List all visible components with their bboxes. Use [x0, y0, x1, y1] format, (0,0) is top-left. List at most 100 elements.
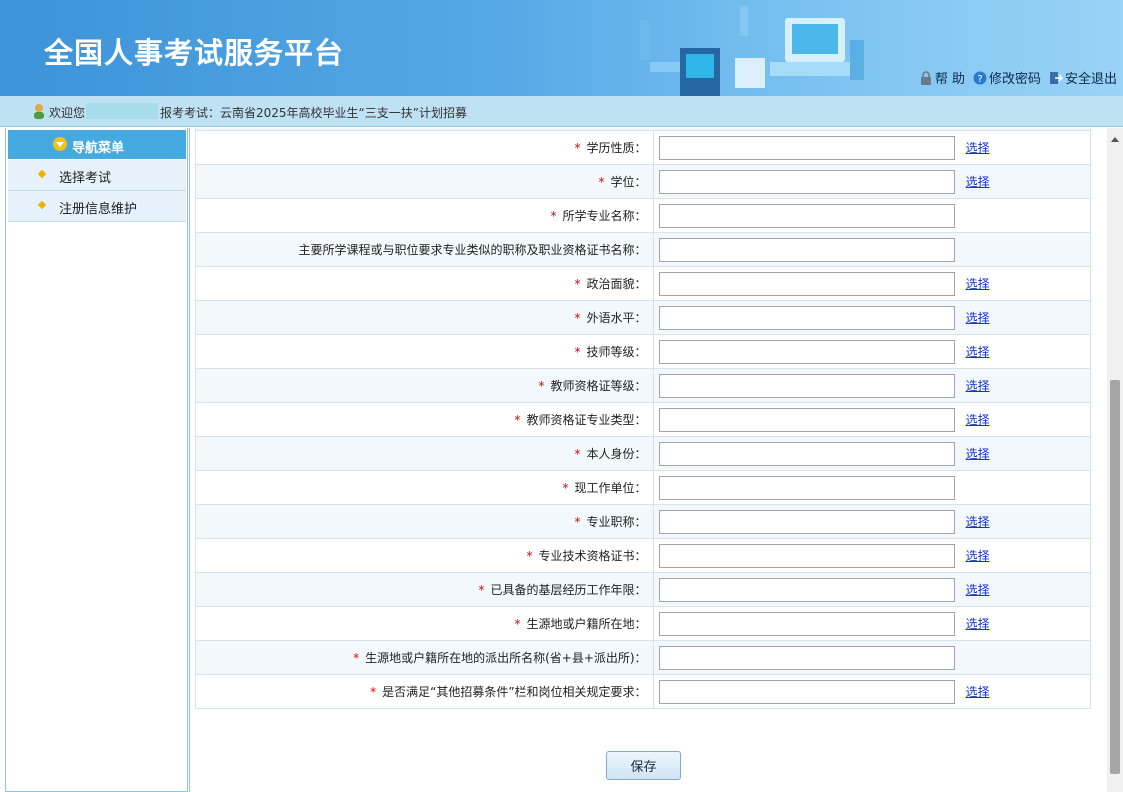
- required-marker: *: [574, 141, 581, 155]
- form-text-input[interactable]: [658, 271, 955, 296]
- required-marker: *: [353, 651, 360, 665]
- lock-icon: [920, 70, 931, 85]
- form-text-input[interactable]: [658, 373, 955, 398]
- form-label: 本人身份：: [586, 447, 647, 461]
- required-marker: *: [562, 481, 569, 495]
- select-link[interactable]: 选择: [966, 141, 990, 155]
- required-marker: *: [370, 685, 377, 699]
- form-label: 政治面貌：: [586, 277, 647, 291]
- form-row: * 专业职称： 选择: [195, 504, 1092, 539]
- user-icon: [34, 104, 44, 119]
- select-link[interactable]: 选择: [966, 277, 990, 291]
- select-link[interactable]: 选择: [966, 379, 990, 393]
- form-value-cell: [652, 198, 1092, 233]
- form-label-cell: * 政治面貌：: [195, 266, 654, 301]
- select-link[interactable]: 选择: [966, 515, 990, 529]
- form-row: * 政治面貌： 选择: [195, 266, 1092, 301]
- select-link[interactable]: 选择: [966, 311, 990, 325]
- form-row: * 本人身份： 选择: [195, 436, 1092, 471]
- form-text-input[interactable]: [658, 203, 955, 228]
- form-text-input[interactable]: [658, 475, 955, 500]
- form-row: * 生源地或户籍所在地的派出所名称(省+县+派出所)：: [195, 640, 1092, 675]
- form-text-input[interactable]: [658, 237, 955, 262]
- form-label-cell: * 教师资格证等级：: [195, 368, 654, 403]
- scroll-up-arrow-icon[interactable]: [1107, 132, 1123, 148]
- select-link[interactable]: 选择: [966, 549, 990, 563]
- select-link[interactable]: 选择: [966, 175, 990, 189]
- required-marker: *: [574, 345, 581, 359]
- help-icon: ?: [973, 71, 987, 85]
- save-button[interactable]: 保存: [606, 751, 681, 780]
- help-link-label: 帮 助: [934, 72, 965, 87]
- form-value-cell: [652, 232, 1092, 267]
- form-row: * 专业技术资格证书： 选择: [195, 538, 1092, 573]
- required-marker: *: [514, 413, 521, 427]
- sidebar-item-select-exam[interactable]: 选择考试: [8, 160, 186, 191]
- required-marker: *: [574, 277, 581, 291]
- select-link[interactable]: 选择: [966, 447, 990, 461]
- change-password-link[interactable]: ? 修改密码: [973, 68, 1041, 87]
- form-value-cell: [652, 470, 1092, 505]
- sidebar-item-registration-info[interactable]: 注册信息维护: [8, 191, 186, 222]
- select-link[interactable]: 选择: [966, 685, 990, 699]
- welcome-greeting: 欢迎您: [49, 106, 86, 120]
- form-text-input[interactable]: [658, 441, 955, 466]
- form-label-cell: * 技师等级：: [195, 334, 654, 369]
- form-text-input[interactable]: [658, 679, 955, 704]
- form-value-cell: 选择: [652, 266, 1092, 301]
- select-link[interactable]: 选择: [966, 345, 990, 359]
- required-marker: *: [550, 209, 557, 223]
- form-value-cell: 选择: [652, 538, 1092, 573]
- form-label-cell: * 学位：: [195, 164, 654, 199]
- form-value-cell: 选择: [652, 606, 1092, 641]
- nav-menu-title: 导航菜单: [72, 141, 125, 156]
- form-label-cell: * 现工作单位：: [195, 470, 654, 505]
- scrollbar[interactable]: [1107, 128, 1123, 792]
- form-text-input[interactable]: [658, 509, 955, 534]
- form-value-cell: 选择: [652, 368, 1092, 403]
- form-label-cell: * 学历性质：: [195, 130, 654, 165]
- form-text-input[interactable]: [658, 169, 955, 194]
- form-value-cell: [652, 640, 1092, 675]
- form-label-cell: * 是否满足“其他招募条件”栏和岗位相关规定要求：: [195, 674, 654, 709]
- form-row: * 所学专业名称：: [195, 198, 1092, 233]
- form-row: * 生源地或户籍所在地： 选择: [195, 606, 1092, 641]
- form-row: * 学位： 选择: [195, 164, 1092, 199]
- form-text-input[interactable]: [658, 577, 955, 602]
- nav-menu-header[interactable]: 导航菜单: [8, 130, 186, 159]
- form-label: 外语水平：: [586, 311, 647, 325]
- site-header: 全国人事考试服务平台 帮 助 ? 修改密码 安全退出: [0, 0, 1123, 96]
- form-label: 教师资格证专业类型：: [526, 413, 647, 427]
- select-link[interactable]: 选择: [966, 583, 990, 597]
- form-label-cell: 主要所学课程或与职位要求专业类似的职称及职业资格证书名称：: [195, 232, 654, 267]
- form-text-input[interactable]: [658, 135, 955, 160]
- scrollbar-thumb[interactable]: [1110, 380, 1120, 774]
- select-link[interactable]: 选择: [966, 413, 990, 427]
- form-label-cell: * 专业职称：: [195, 504, 654, 539]
- required-marker: *: [526, 549, 533, 563]
- form-text-input[interactable]: [658, 339, 955, 364]
- form-value-cell: 选择: [652, 504, 1092, 539]
- form-label: 专业职称：: [586, 515, 647, 529]
- form-label: 是否满足“其他招募条件”栏和岗位相关规定要求：: [382, 685, 647, 699]
- form-text-input[interactable]: [658, 543, 955, 568]
- form-label-cell: * 已具备的基层经历工作年限：: [195, 572, 654, 607]
- form-label: 现工作单位：: [574, 481, 647, 495]
- form-text-input[interactable]: [658, 305, 955, 330]
- form-text-input[interactable]: [658, 645, 955, 670]
- form-label-cell: * 生源地或户籍所在地的派出所名称(省+县+派出所)：: [195, 640, 654, 675]
- form-label-cell: * 生源地或户籍所在地：: [195, 606, 654, 641]
- required-marker: *: [478, 583, 485, 597]
- logout-label: 安全退出: [1064, 72, 1117, 87]
- form-row: * 教师资格证等级： 选择: [195, 368, 1092, 403]
- exit-icon: [1049, 71, 1063, 84]
- help-link[interactable]: 帮 助: [919, 68, 965, 87]
- logout-link[interactable]: 安全退出: [1049, 68, 1117, 87]
- form-label: 生源地或户籍所在地：: [526, 617, 647, 631]
- form-label-cell: * 所学专业名称：: [195, 198, 654, 233]
- form-text-input[interactable]: [658, 611, 955, 636]
- form-label: 已具备的基层经历工作年限：: [490, 583, 647, 597]
- form-value-cell: 选择: [652, 402, 1092, 437]
- form-text-input[interactable]: [658, 407, 955, 432]
- select-link[interactable]: 选择: [966, 617, 990, 631]
